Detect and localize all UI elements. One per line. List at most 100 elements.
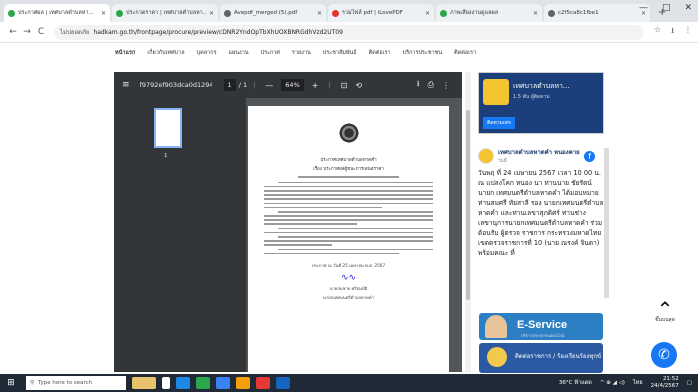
windows-start-icon[interactable]: ⊞ <box>0 374 22 392</box>
browser-tab-2[interactable]: Avepdf_merged (5).pdf ✕ <box>220 4 326 22</box>
close-window-button[interactable]: ✕ <box>684 3 692 13</box>
text-line <box>264 219 433 221</box>
clock-date: 24/4/2567 <box>650 383 679 389</box>
complaint-banner[interactable]: ติดต่อราชการ / ร้องเรียนร้องทุกข์ <box>479 343 603 373</box>
complaint-icon <box>487 347 507 367</box>
zoom-input[interactable]: 64% <box>281 79 304 91</box>
text-line <box>277 210 433 213</box>
close-tab-icon[interactable]: ✕ <box>425 10 430 17</box>
notifications-icon[interactable]: ▢ <box>687 380 692 386</box>
eservice-sublabel: บริการประชาชนออนไลน์ <box>521 333 565 338</box>
post-author-block: เทศบาลตำบลหาดคำ หนองคาย วันนี้ <box>494 149 582 164</box>
url-input[interactable]: ไม่ปลอดภัย hadkam.go.th/frontpage/procur… <box>54 24 645 40</box>
red-app-icon[interactable] <box>256 377 270 389</box>
reload-button[interactable]: C <box>34 27 48 37</box>
text-line <box>264 194 433 196</box>
forward-button[interactable]: → <box>20 27 34 37</box>
follow-page-button[interactable]: ติดตามเพจ <box>483 117 515 129</box>
facebook-page-card[interactable]: เทศบาลตำบลหา... 1.5 พัน ผู้ติดตาม ติดตาม… <box>478 72 604 134</box>
nav-services[interactable]: บริการประชาชน <box>403 49 443 57</box>
post-author[interactable]: เทศบาลตำบลหาดคำ หนองคาย <box>498 149 582 157</box>
news-widget-icon[interactable] <box>132 377 156 389</box>
security-indicator[interactable]: ไม่ปลอดภัย <box>60 27 89 37</box>
more-options-icon[interactable]: ⋮ <box>442 81 450 90</box>
tab-title: ประกวดราคา | เทศบาลตำบลหา... <box>126 10 207 16</box>
fit-page-icon[interactable]: ⊡ <box>341 81 348 90</box>
browser-tab-3[interactable]: รวมไฟล์ pdf | iLovePDF ✕ <box>328 4 434 22</box>
text-line <box>264 202 433 205</box>
post-header: เทศบาลตำบลหาดคำ หนองคาย วันนี้ f <box>478 148 604 164</box>
avatar[interactable] <box>478 148 494 164</box>
browser-actions: ☆ ⭳ ⋮ <box>654 25 692 39</box>
system-tray: 36°C ฟ้าแดด ^ ⊕ ◢ ◁) ไทย 21:52 24/4/2567… <box>559 376 698 390</box>
window-controls: — □ ✕ <box>639 3 692 13</box>
sidebar-toggle-icon[interactable]: ≡ <box>122 80 130 90</box>
text-line <box>264 189 433 192</box>
nav-plans[interactable]: แผนงาน <box>229 49 249 57</box>
nav-pr[interactable]: ประชาสัมพันธ์ <box>323 49 357 57</box>
browser-tab-5[interactable]: c2f5ca8c1fbe1 ✕ <box>544 4 650 22</box>
page-scrollbar-thumb[interactable] <box>466 110 470 300</box>
toolbar-divider: | <box>328 81 331 89</box>
back-to-top-label: ขึ้นบนสุด <box>655 317 675 323</box>
minimize-button[interactable]: — <box>639 3 648 13</box>
word-icon[interactable] <box>276 377 290 389</box>
close-tab-icon[interactable]: ✕ <box>209 10 214 17</box>
clock[interactable]: 21:52 24/4/2567 <box>651 376 679 390</box>
back-button[interactable]: ← <box>6 27 20 37</box>
input-language[interactable]: ไทย <box>633 379 643 387</box>
facebook-icon[interactable]: f <box>584 150 595 162</box>
eservice-banner[interactable]: E-Service บริการประชาชนออนไลน์ <box>479 313 603 340</box>
weather-status[interactable]: 36°C ฟ้าแดด <box>559 379 592 387</box>
browser-tab-0[interactable]: ประกาศผล | เทศบาลตำบลหา... ✕ <box>4 4 110 22</box>
nav-home[interactable]: หน้าแรก <box>115 49 135 57</box>
edge-icon[interactable] <box>176 377 190 389</box>
browser-tab-4[interactable]: ภาพเสียงงานดูแลผล ✕ <box>436 4 542 22</box>
signature-mark: ∿∿ <box>340 273 357 284</box>
nav-about[interactable]: เกี่ยวกับเทศบาล <box>147 49 184 57</box>
sidebar-scrollbar[interactable] <box>604 148 609 298</box>
pdf-filename: f9792ef903dca0d12940eee... <box>139 81 212 89</box>
thumbnail-pane: 1 <box>114 98 246 372</box>
document-subject: เรื่อง ประกาศผลผู้ชนะการเสนอราคา <box>313 167 384 172</box>
site-favicon-icon <box>116 9 123 17</box>
zoom-in-button[interactable]: + <box>312 81 319 90</box>
browser-tab-1[interactable]: ประกวดราคา | เทศบาลตำบลหา... ✕ <box>112 4 218 22</box>
browser-menu-icon[interactable]: ⋮ <box>684 25 692 39</box>
post-time: วันนี้ <box>498 158 507 164</box>
print-icon[interactable]: ⎙ <box>428 80 434 90</box>
search-icon: ⚲ <box>30 380 35 386</box>
text-line <box>264 244 332 246</box>
tab-title: ประกาศผล | เทศบาลตำบลหา... <box>18 10 94 16</box>
bookmark-star-icon[interactable]: ☆ <box>654 25 661 39</box>
zoom-out-button[interactable]: — <box>265 81 273 90</box>
text-line <box>264 215 433 217</box>
maximize-button[interactable]: □ <box>662 3 671 13</box>
thumbnail-page-number: 1 <box>164 153 168 159</box>
file-explorer-icon[interactable] <box>216 377 230 389</box>
text-line <box>277 236 433 238</box>
close-tab-icon[interactable]: ✕ <box>101 10 106 17</box>
nav-contact[interactable]: ติดต่อเรา <box>369 49 391 57</box>
text-line <box>264 252 400 255</box>
close-tab-icon[interactable]: ✕ <box>317 10 322 17</box>
url-text: hadkam.go.th/frontpage/procure/preview/c… <box>93 28 343 36</box>
task-view-icon[interactable] <box>162 377 170 389</box>
nav-announcements[interactable]: ประกาศ <box>261 49 280 57</box>
rotate-icon[interactable]: ⟲ <box>355 81 362 90</box>
downloads-icon[interactable]: ⭳ <box>671 25 674 39</box>
folder-icon[interactable] <box>236 377 250 389</box>
back-to-top-button[interactable]: ⌃ ขึ้นบนสุด <box>651 299 679 324</box>
taskbar-search-input[interactable]: ⚲ Type here to search <box>26 376 126 390</box>
chrome-icon[interactable] <box>196 377 210 389</box>
close-tab-icon[interactable]: ✕ <box>533 10 538 17</box>
nav-personnel[interactable]: บุคลากร <box>197 49 217 57</box>
download-icon[interactable]: ⭳ <box>417 78 420 92</box>
messenger-chat-button[interactable]: ✆ <box>651 342 677 368</box>
page-number-input[interactable]: 1 <box>223 79 236 91</box>
page-thumbnail[interactable] <box>154 108 182 148</box>
tray-icons[interactable]: ^ ⊕ ◢ ◁) <box>600 380 625 386</box>
facebook-page-name[interactable]: เทศบาลตำบลหา... <box>513 81 570 92</box>
nav-contact-2[interactable]: ติดต่อเรา <box>454 49 476 57</box>
nav-reports[interactable]: รายงาน <box>292 49 311 57</box>
